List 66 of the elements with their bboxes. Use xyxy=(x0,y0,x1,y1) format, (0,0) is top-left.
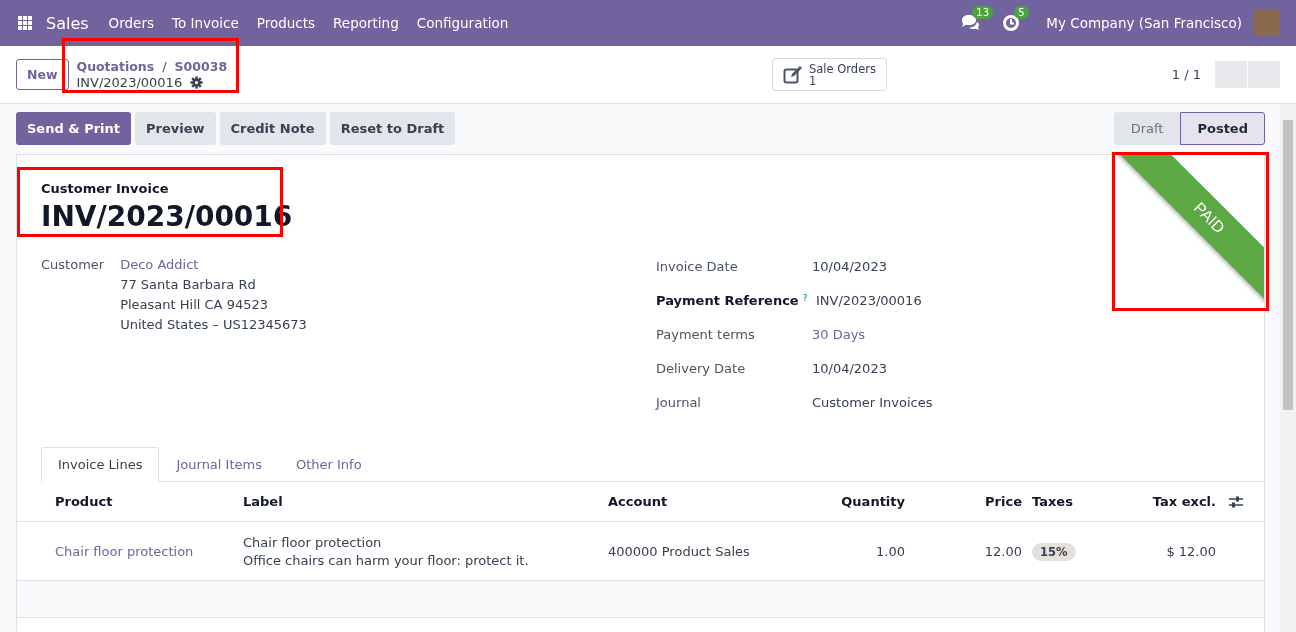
field-label: Payment Reference xyxy=(656,292,799,308)
pager-value: 1 / 1 xyxy=(1171,67,1201,82)
message-count-badge: 13 xyxy=(972,6,993,19)
field-label: Payment terms xyxy=(656,326,755,342)
column-header[interactable]: Label xyxy=(243,494,608,509)
record-name: INV/2023/00016 xyxy=(76,75,183,90)
gear-icon[interactable] xyxy=(190,76,204,89)
menu-item[interactable]: To Invoice xyxy=(172,15,239,31)
notebook-tab[interactable]: Other Info xyxy=(278,447,379,482)
new-button[interactable]: New xyxy=(16,59,69,90)
field-value-link[interactable]: 30 Days xyxy=(812,326,866,342)
clock-icon[interactable] xyxy=(1002,14,1021,32)
notebook-tab[interactable]: Journal Items xyxy=(159,447,279,482)
menu-item[interactable]: Products xyxy=(256,15,316,31)
app-name[interactable]: Sales xyxy=(46,13,89,33)
help-tooltip[interactable]: ? xyxy=(802,292,808,303)
menu-item[interactable]: Configuration xyxy=(416,15,509,31)
smart-button-count: 1 xyxy=(809,74,817,87)
tax-tag: 15% xyxy=(1032,542,1076,561)
address-line: United States – US12345673 xyxy=(120,317,307,332)
chat-icon[interactable] xyxy=(960,14,981,32)
edit-icon xyxy=(783,65,803,84)
activity-count-badge: 5 xyxy=(1014,6,1029,19)
line-label: Chair floor protection xyxy=(243,534,383,550)
status-stage[interactable]: Posted xyxy=(1180,112,1265,145)
field-label: Delivery Date xyxy=(656,360,746,376)
action-button[interactable]: Send & Print xyxy=(16,112,131,145)
field-value: 10/04/2023 xyxy=(812,360,887,376)
field-label: Journal xyxy=(656,394,701,410)
field-value: 10/04/2023 xyxy=(812,258,887,274)
field-value: INV/2023/00016 xyxy=(816,292,922,308)
column-header[interactable]: Price xyxy=(905,494,1022,509)
field-label: Customer xyxy=(41,257,105,274)
column-header[interactable]: Taxes xyxy=(1022,494,1122,509)
sale-orders-smart-button[interactable]: Sale Orders 1 xyxy=(772,58,887,91)
column-header[interactable]: Tax excl. xyxy=(1122,494,1216,509)
apps-menu-icon[interactable] xyxy=(18,16,32,30)
field-value: Customer Invoices xyxy=(812,394,933,410)
notebook-tab[interactable]: Invoice Lines xyxy=(41,447,160,482)
menu-item[interactable]: Reporting xyxy=(333,15,399,31)
column-header[interactable]: Account xyxy=(608,494,808,509)
action-button[interactable]: Reset to Draft xyxy=(329,112,456,145)
breadcrumb-link[interactable]: S00038 xyxy=(174,59,228,74)
action-button[interactable]: Preview xyxy=(135,112,216,145)
action-button[interactable]: Credit Note xyxy=(219,112,326,145)
product-link[interactable]: Chair floor protection xyxy=(55,543,243,559)
settings-sliders-icon[interactable] xyxy=(1229,495,1243,508)
column-header[interactable]: Quantity xyxy=(808,494,905,509)
table-cell-text: 12.00 xyxy=(983,543,1022,559)
menu-item[interactable]: Orders xyxy=(108,15,154,31)
breadcrumb-link[interactable]: Quotations xyxy=(76,59,155,74)
address-line: 77 Santa Barbara Rd xyxy=(120,277,257,292)
company-switcher[interactable]: My Company (San Francisco) xyxy=(1046,15,1242,31)
table-cell-text: 400000 Product Sales xyxy=(608,543,751,559)
table-cell-text: 1.00 xyxy=(875,543,905,559)
line-label: Office chairs can harm your floor: protect it. xyxy=(243,552,530,568)
smart-button-label: Sale Orders xyxy=(809,62,876,75)
document-type: Customer Invoice xyxy=(41,181,169,196)
field-label: Invoice Date xyxy=(656,258,738,274)
customer-link[interactable]: Deco Addict xyxy=(120,257,307,272)
scrollbar[interactable] xyxy=(1280,104,1296,632)
column-header[interactable]: Product xyxy=(55,494,243,509)
table-cell-text: $ 12.00 xyxy=(1165,543,1216,559)
breadcrumb-separator: / xyxy=(162,59,167,74)
status-stage[interactable]: Draft xyxy=(1113,112,1181,145)
address-line: Pleasant Hill CA 94523 xyxy=(120,297,269,312)
